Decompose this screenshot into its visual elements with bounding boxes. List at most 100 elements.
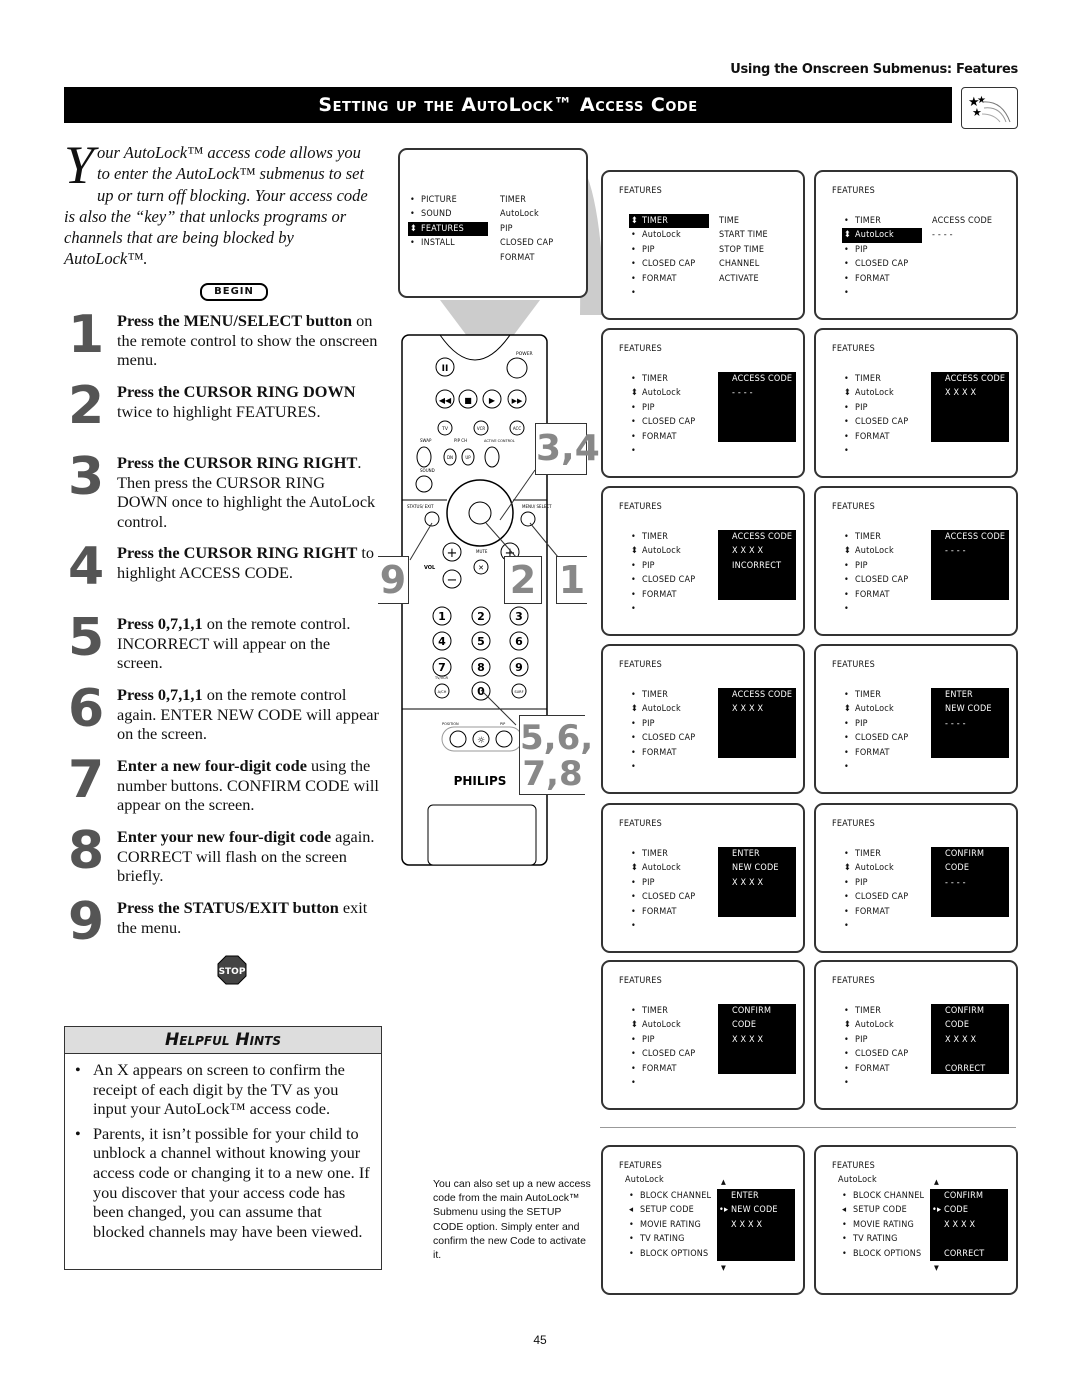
features-menu-item[interactable]: •	[631, 760, 695, 774]
step-bold: Press the CURSOR RING RIGHT	[117, 543, 358, 562]
features-menu-item[interactable]: • CLOSED CAP	[844, 415, 908, 429]
features-menu-item[interactable]: •	[844, 444, 908, 458]
features-menu-item[interactable]: •	[844, 919, 908, 933]
features-menu-item[interactable]: • PIP	[631, 1033, 695, 1047]
features-menu-item[interactable]: • PIP	[631, 243, 709, 257]
main-menu-item[interactable]: ⬍ FEATURES	[408, 221, 488, 237]
scroll-down-icon[interactable]: ▼	[934, 1264, 939, 1272]
features-menu-item[interactable]: • PIP	[631, 559, 695, 573]
step-bold: Enter a new four-digit code	[117, 756, 307, 775]
features-menu-item[interactable]: • FORMAT	[631, 746, 695, 760]
features-menu-item[interactable]: • PIP	[631, 876, 695, 890]
features-menu-item[interactable]: • TIMER	[844, 688, 908, 702]
step-number: 4	[68, 537, 105, 597]
features-menu-item[interactable]: • TIMER	[631, 847, 695, 861]
features-menu-item[interactable]: • FORMAT	[844, 905, 908, 919]
features-menu-item[interactable]: •	[844, 760, 908, 774]
callout-step-9: 9	[378, 556, 409, 604]
features-menu-item[interactable]: • TIMER	[844, 847, 908, 861]
features-menu-item[interactable]: • PIP	[844, 243, 922, 257]
features-menu-item[interactable]: •	[631, 919, 695, 933]
scroll-up-icon[interactable]: ▲	[934, 1178, 939, 1186]
features-menu-item[interactable]: • PIP	[631, 717, 695, 731]
features-menu-item[interactable]: ⬍ AutoLock	[844, 544, 908, 558]
features-menu-item[interactable]: ⬍ AutoLock	[631, 386, 695, 400]
features-menu-item[interactable]: • TIMER	[844, 214, 922, 228]
features-menu-item[interactable]: ⬍ AutoLock	[631, 544, 695, 558]
features-menu-item[interactable]: • TIMER	[844, 530, 908, 544]
bullet-icon: •	[844, 445, 849, 456]
features-menu-item[interactable]: • TIMER	[631, 1004, 695, 1018]
features-menu-item[interactable]: ⬍ AutoLock	[844, 702, 908, 716]
features-menu-item[interactable]: ⬍ AutoLock	[844, 386, 908, 400]
features-menu-item[interactable]: • FORMAT	[844, 746, 908, 760]
features-menu-item[interactable]: ⬍ TIMER	[629, 214, 709, 229]
main-menu-item[interactable]: • INSTALL	[410, 236, 488, 250]
features-menu-item[interactable]: • FORMAT	[631, 272, 709, 286]
features-menu-item[interactable]: ⬍ AutoLock	[631, 702, 695, 716]
bullet-icon: •	[631, 906, 636, 917]
features-menu-item[interactable]: ⬍ AutoLock	[842, 228, 922, 243]
autolock-menu-item[interactable]: ◂ SETUP CODE	[629, 1203, 711, 1217]
features-menu-item[interactable]: • PIP	[844, 717, 908, 731]
features-menu-item[interactable]: •	[631, 286, 709, 300]
code-panel-line: •▸ CODE	[930, 1203, 1008, 1217]
features-menu-item[interactable]: •	[844, 602, 908, 616]
features-menu-item[interactable]: • TIMER	[844, 372, 908, 386]
features-menu-item[interactable]: •	[631, 602, 695, 616]
autolock-menu-item[interactable]: ◂ SETUP CODE	[842, 1203, 924, 1217]
autolock-menu-item[interactable]: • BLOCK CHANNEL	[842, 1189, 924, 1203]
features-menu-item[interactable]: • TIMER	[844, 1004, 908, 1018]
bullet-icon: •	[631, 877, 636, 888]
features-menu-item[interactable]: • TIMER	[631, 530, 695, 544]
features-menu-item[interactable]: • CLOSED CAP	[631, 415, 695, 429]
features-menu-item[interactable]: • FORMAT	[844, 430, 908, 444]
features-menu-item[interactable]: ⬍ AutoLock	[844, 1018, 908, 1032]
main-menu-item[interactable]: • SOUND	[410, 207, 488, 221]
features-menu-item[interactable]: • PIP	[631, 401, 695, 415]
features-menu-item[interactable]: •	[631, 444, 695, 458]
features-menu-item[interactable]: •	[844, 286, 922, 300]
features-menu-item[interactable]: • FORMAT	[631, 905, 695, 919]
features-menu-item[interactable]: • FORMAT	[631, 588, 695, 602]
autolock-menu-item[interactable]: • TV RATING	[629, 1232, 711, 1246]
features-menu-item[interactable]: • CLOSED CAP	[631, 257, 709, 271]
features-menu-item[interactable]: • CLOSED CAP	[844, 1047, 908, 1061]
features-menu-item[interactable]: • FORMAT	[844, 1062, 908, 1076]
features-menu-item[interactable]: • FORMAT	[844, 588, 908, 602]
autolock-menu-item[interactable]: • MOVIE RATING	[842, 1218, 924, 1232]
features-menu-item[interactable]: • CLOSED CAP	[631, 573, 695, 587]
features-menu-item[interactable]: • FORMAT	[631, 430, 695, 444]
code-panel-line: ACCESS CODE	[732, 532, 793, 542]
main-menu-screen: • PICTURE • SOUND ⬍ FEATURES • INSTALL TIMER Aut…	[398, 148, 588, 298]
features-menu-item[interactable]: • CLOSED CAP	[844, 890, 908, 904]
features-menu-item[interactable]: • CLOSED CAP	[844, 257, 922, 271]
scroll-up-icon[interactable]: ▲	[721, 1178, 726, 1186]
features-menu-item[interactable]: • PIP	[844, 401, 908, 415]
features-menu-item[interactable]: • CLOSED CAP	[631, 890, 695, 904]
features-menu-item[interactable]: • PIP	[844, 1033, 908, 1047]
features-menu-item[interactable]: ⬍ AutoLock	[631, 861, 695, 875]
autolock-menu-item[interactable]: • TV RATING	[842, 1232, 924, 1246]
features-menu-item[interactable]: • AutoLock	[631, 228, 709, 242]
features-menu-item[interactable]: •	[631, 1076, 695, 1090]
features-menu-item[interactable]: • FORMAT	[844, 272, 922, 286]
main-menu-item[interactable]: • PICTURE	[410, 193, 488, 207]
features-menu-item[interactable]: •	[844, 1076, 908, 1090]
features-menu-item[interactable]: • PIP	[844, 876, 908, 890]
features-menu-item[interactable]: • CLOSED CAP	[631, 1047, 695, 1061]
features-menu-item[interactable]: • CLOSED CAP	[844, 731, 908, 745]
features-menu-item[interactable]: • TIMER	[631, 372, 695, 386]
autolock-menu-item[interactable]: • BLOCK OPTIONS	[629, 1247, 711, 1261]
features-menu-item[interactable]: • FORMAT	[631, 1062, 695, 1076]
features-menu-item[interactable]: • PIP	[844, 559, 908, 573]
scroll-down-icon[interactable]: ▼	[721, 1264, 726, 1272]
features-menu-item[interactable]: ⬍ AutoLock	[631, 1018, 695, 1032]
autolock-menu-item[interactable]: • BLOCK CHANNEL	[629, 1189, 711, 1203]
features-menu-item[interactable]: • CLOSED CAP	[844, 573, 908, 587]
features-menu-item[interactable]: • TIMER	[631, 688, 695, 702]
autolock-menu-item[interactable]: • BLOCK OPTIONS	[842, 1247, 924, 1261]
autolock-menu-item[interactable]: • MOVIE RATING	[629, 1218, 711, 1232]
features-menu-item[interactable]: ⬍ AutoLock	[844, 861, 908, 875]
features-menu-item[interactable]: • CLOSED CAP	[631, 731, 695, 745]
